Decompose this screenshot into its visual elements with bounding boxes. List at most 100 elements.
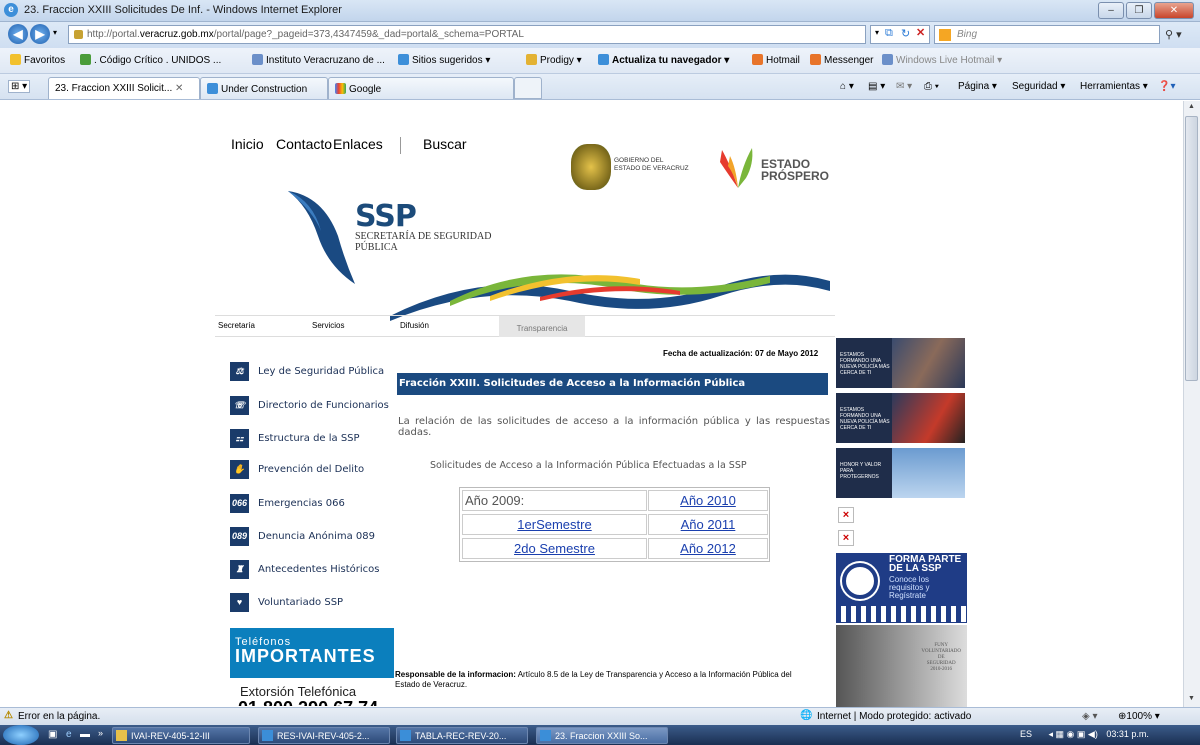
minimize-button[interactable]: – (1098, 2, 1124, 19)
page-icon (882, 54, 893, 65)
banner-photo (892, 338, 965, 388)
banner-policia-1[interactable]: ESTAMOS FORMANDO UNA NUEVA POLICÍA MÁS C… (836, 338, 965, 388)
new-tab-button[interactable] (514, 77, 542, 99)
zoom-level[interactable]: ⊕100% ▾ (1118, 711, 1160, 722)
search-input[interactable]: Bing (934, 25, 1160, 44)
home-icon[interactable]: ⌂ ▾ (840, 81, 854, 92)
status-text[interactable]: Error en la página. (18, 711, 100, 722)
link-ano-2012[interactable]: Año 2012 (648, 538, 768, 559)
nav-contacto[interactable]: Contacto (276, 136, 332, 152)
ie-icon (540, 730, 551, 741)
telefonos-banner[interactable]: Teléfonos IMPORTANTES (230, 628, 394, 678)
fav-item-codigo[interactable]: . Código Crítico . UNIDOS ... (80, 54, 221, 66)
estado-prospero-logo-icon (720, 148, 753, 188)
police-badge-icon (842, 563, 878, 599)
address-dropdown-icon[interactable]: ▾ (875, 28, 879, 37)
ep-line2: PRÓSPERO (761, 169, 830, 183)
menu-servicios[interactable]: Servicios (312, 321, 344, 330)
excel-icon (116, 730, 127, 741)
org-chart-icon: ⚏ (230, 429, 249, 448)
fav-item-prodigy[interactable]: Prodigy ▾ (526, 54, 582, 66)
ie-quicklaunch-icon[interactable]: e (66, 729, 72, 740)
feeds-icon[interactable]: ▤ ▾ (868, 81, 885, 92)
link-ano-2011[interactable]: Año 2011 (648, 514, 768, 535)
favorites-button[interactable]: Favoritos (10, 54, 65, 66)
ssp-sub-line2: PÚBLICA (355, 242, 398, 253)
fav-item-live-hotmail[interactable]: Windows Live Hotmail ▾ (882, 54, 1002, 66)
nav-enlaces[interactable]: Enlaces (333, 136, 383, 152)
page-menu[interactable]: Página ▾ (958, 81, 997, 92)
task-ivai-rev[interactable]: IVAI-REV-405-12-III (112, 727, 250, 744)
tab-google[interactable]: Google (328, 77, 514, 99)
url-path: /portal/page?_pageid=373,4347459&_dad=po… (213, 29, 524, 40)
globe-icon: 🌐 (800, 710, 813, 721)
task-res-ivai[interactable]: RES-IVAI-REV-405-2... (258, 727, 390, 744)
ssp-title: SSP (355, 199, 417, 234)
explorer-quicklaunch-icon[interactable]: ▬ (80, 729, 90, 740)
restore-button[interactable]: ❐ (1126, 2, 1152, 19)
fav-item-sitios[interactable]: Sitios sugeridos ▾ (398, 54, 490, 66)
stop-icon[interactable]: ✕ (916, 26, 925, 39)
quicklaunch-chevron-icon[interactable]: » (98, 728, 103, 738)
tab-under-construction[interactable]: Under Construction (200, 77, 328, 99)
scrollbar-thumb[interactable] (1185, 116, 1198, 381)
help-icon[interactable]: ❓▾ (1158, 81, 1175, 92)
menu-difusion[interactable]: Difusión (400, 321, 429, 330)
link-ano-2010[interactable]: Año 2010 (648, 490, 768, 511)
veracruz-emblem-icon (571, 144, 611, 190)
history-dropdown-icon[interactable]: ▾ (53, 28, 57, 37)
banner-helicopter[interactable]: HONOR Y VALOR PARA PROTEGERNOS (836, 448, 965, 498)
phone-icon: ☏ (230, 396, 249, 415)
scroll-up-arrow-icon[interactable]: ▲ (1188, 103, 1195, 110)
language-indicator[interactable]: ES (1020, 729, 1032, 739)
tray-icons[interactable]: ◂ ▦ ◉ ▣ ◀) (1049, 729, 1098, 739)
ie-icon (207, 83, 218, 94)
nav-inicio[interactable]: Inicio (231, 136, 264, 152)
close-button[interactable]: ✕ (1154, 2, 1194, 19)
forma-sub3: Regístrate (889, 591, 926, 600)
fav-label: Instituto Veracruzano de ... (266, 55, 385, 66)
tools-menu[interactable]: Herramientas ▾ (1080, 81, 1148, 92)
security-zone[interactable]: Internet | Modo protegido: activado (817, 711, 971, 722)
sidebar-item-label: Directorio de Funcionarios (258, 400, 389, 411)
task-fraccion[interactable]: 23. Fraccion XXIII So... (536, 727, 668, 744)
telefonos-line2: IMPORTANTES (235, 646, 376, 666)
voluntariado-banner[interactable]: FUNY VOLUNTARIADO DE SEGURIDAD 2010-2016 (836, 625, 967, 707)
close-tab-icon[interactable]: ✕ (175, 83, 183, 94)
refresh-icon[interactable]: ↻ (901, 27, 910, 40)
extorsion-number: 01 800 290 67 74 (238, 698, 398, 706)
popup-blocker-icon[interactable]: ◈ ▾ (1082, 711, 1098, 722)
fav-item-hotmail[interactable]: Hotmail (752, 54, 800, 66)
start-button[interactable] (3, 725, 39, 745)
print-icon[interactable]: ⎙ ▾ (924, 81, 939, 92)
menu-transparencia[interactable]: Transparencia (499, 316, 585, 337)
fav-item-instituto[interactable]: Instituto Veracruzano de ... (252, 54, 385, 66)
back-button[interactable]: ◀ (8, 24, 28, 44)
menu-secretaria[interactable]: Secretaría (218, 321, 255, 330)
sidebar-item-label: Antecedentes Históricos (258, 564, 380, 575)
link-2do-semestre[interactable]: 2do Semestre (462, 538, 647, 559)
security-menu[interactable]: Seguridad ▾ (1012, 81, 1065, 92)
mail-icon[interactable]: ✉ ▾ (896, 81, 912, 92)
search-icon[interactable]: ⚲ ▾ (1165, 28, 1182, 41)
link-1er-semestre[interactable]: 1erSemestre (462, 514, 647, 535)
fav-label: . Código Crítico . UNIDOS ... (94, 55, 222, 66)
address-bar[interactable]: http://portal.veracruz.gob.mx/portal/pag… (68, 25, 866, 44)
fav-label: Prodigy ▾ (540, 55, 582, 66)
compat-view-icon[interactable]: ⧉ (885, 27, 893, 40)
forward-button[interactable]: ▶ (30, 24, 50, 44)
tab-fraccion[interactable]: 23. Fraccion XXIII Solicit... ✕ (48, 77, 200, 99)
ssp-logo-icon (288, 191, 355, 284)
clock[interactable]: 03:31 p.m. (1106, 729, 1149, 739)
scales-icon: ⚖ (230, 362, 249, 381)
scroll-down-arrow-icon[interactable]: ▼ (1188, 695, 1195, 702)
show-desktop-icon[interactable]: ▣ (48, 729, 57, 740)
nav-buscar[interactable]: Buscar (423, 136, 467, 152)
banner-policia-2[interactable]: ESTAMOS FORMANDO UNA NUEVA POLICÍA MÁS C… (836, 393, 965, 443)
fav-item-actualiza[interactable]: Actualiza tu navegador ▾ (598, 54, 729, 66)
task-tabla-rec[interactable]: TABLA-REC-REV-20... (396, 727, 528, 744)
warning-icon[interactable]: ⚠ (4, 710, 13, 721)
fav-item-messenger[interactable]: Messenger (810, 54, 873, 66)
quick-tabs-button[interactable]: ⊞ ▾ (8, 80, 31, 93)
butterfly-icon (810, 54, 821, 65)
